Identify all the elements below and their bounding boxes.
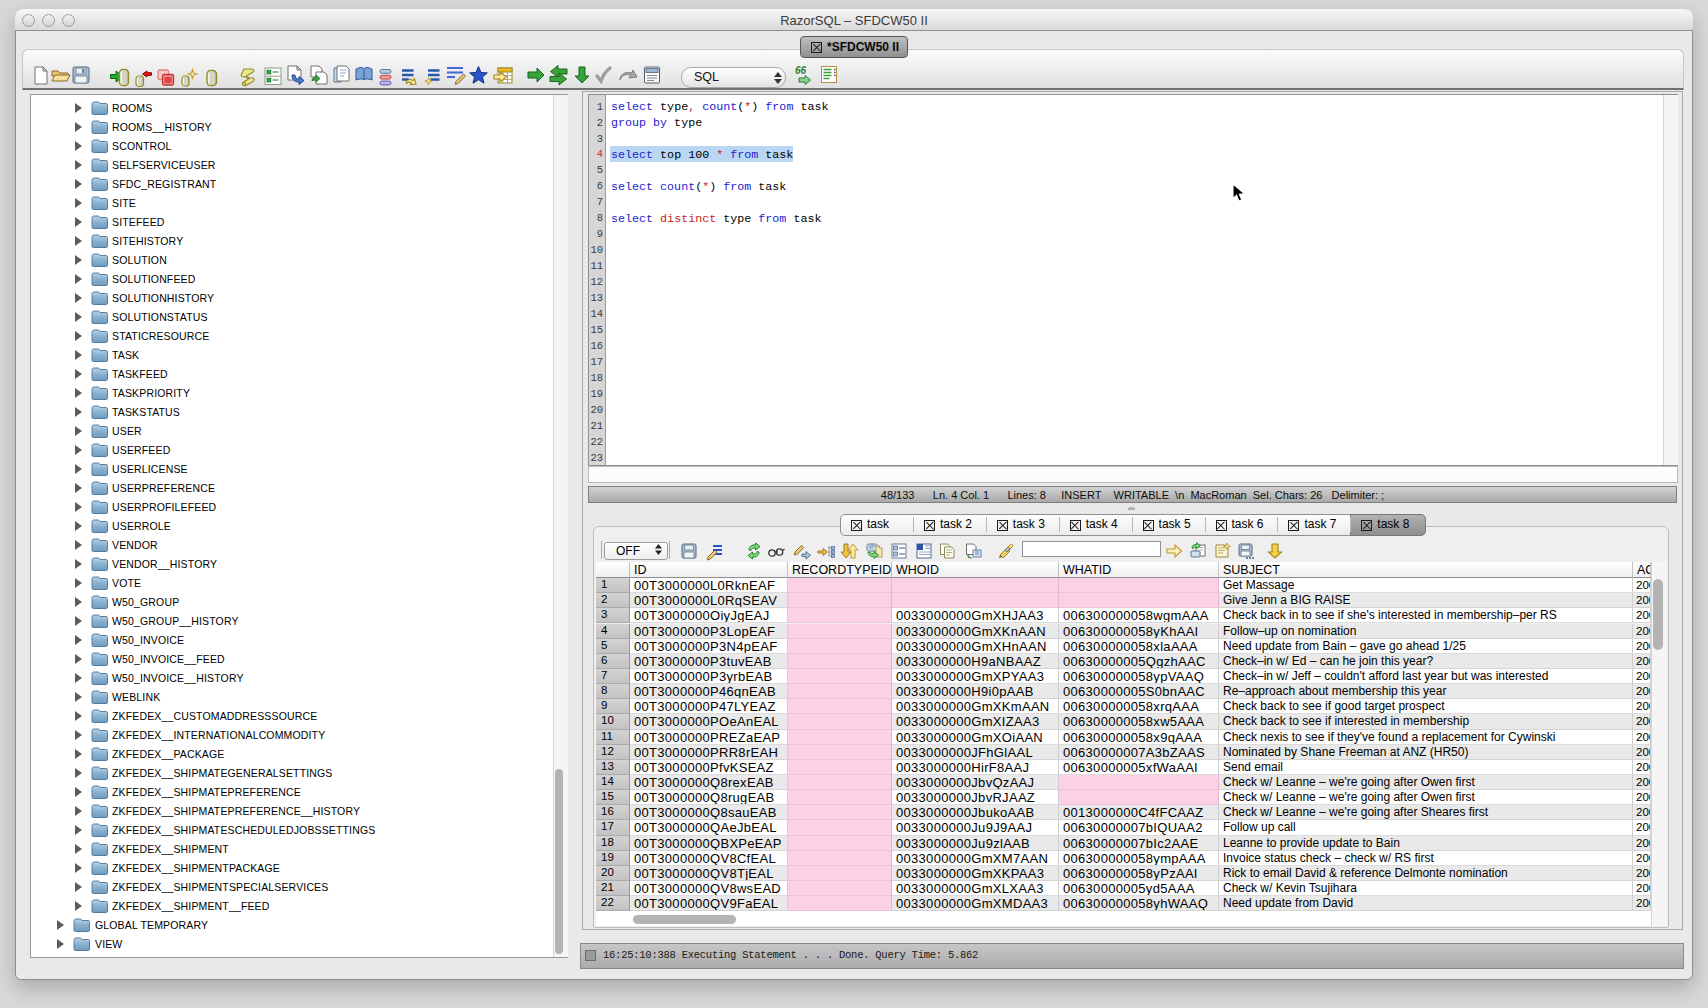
svg-text:66: 66 [795,65,807,76]
